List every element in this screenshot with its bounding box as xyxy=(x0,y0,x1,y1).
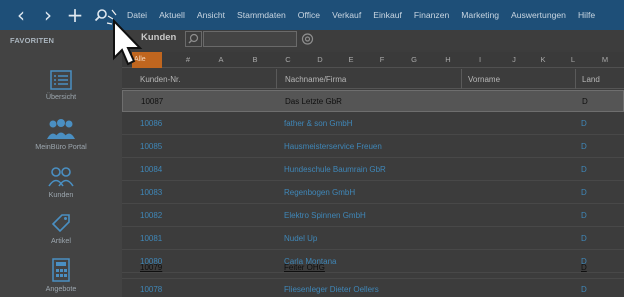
cell-name: Das Letzte GbR xyxy=(285,97,342,106)
cell-name: Hausmeisterservice Freuen xyxy=(284,142,382,151)
cell-name: Regenbogen GmbH xyxy=(284,188,356,197)
letter-filter[interactable]: B xyxy=(249,52,261,68)
menu-hilfe[interactable]: Hilfe xyxy=(578,10,595,20)
search-input[interactable] xyxy=(203,31,297,47)
menu-aktuell[interactable]: Aktuell xyxy=(159,10,185,20)
letter-filter[interactable]: M xyxy=(599,52,611,68)
column-header-kunden-nr[interactable]: Kunden-Nr. xyxy=(140,75,180,84)
table-row[interactable]: 10086 father & son GmbH D xyxy=(122,113,624,135)
cell-land: D xyxy=(581,263,587,272)
sidebar-item-kunden[interactable]: Kunden xyxy=(0,166,122,199)
cell-land: D xyxy=(581,119,587,128)
letter-filter[interactable]: D xyxy=(314,52,326,68)
search-button[interactable] xyxy=(185,31,202,47)
cell-name: Nudel Up xyxy=(284,234,318,243)
table-row[interactable]: 10079 Feiter OHG D xyxy=(122,257,624,279)
main-menu: Datei Aktuell Ansicht Stammdaten Office … xyxy=(127,0,607,30)
letter-filter[interactable]: H xyxy=(442,52,454,68)
cell-kunden-nr: 10085 xyxy=(140,142,163,151)
back-arrow-icon[interactable]: ‹ xyxy=(8,0,34,30)
cell-land: D xyxy=(581,234,587,243)
table-row[interactable]: 10081 Nudel Up D xyxy=(122,228,624,250)
top-bar: ‹ › + Datei Aktuell Ansicht Stammdaten O… xyxy=(0,0,624,30)
mouse-pointer-icon xyxy=(106,9,143,66)
column-divider xyxy=(575,69,576,89)
sidebar: FAVORITEN Übersicht MeinBüro Portal Kund… xyxy=(0,30,122,297)
cell-land: D xyxy=(582,97,588,106)
sidebar-item-label: Kunden xyxy=(48,190,74,199)
cell-kunden-nr: 10079 xyxy=(140,263,163,272)
cell-land: D xyxy=(581,165,587,174)
sidebar-item-artikel[interactable]: Artikel xyxy=(0,212,122,245)
letter-filter[interactable]: G xyxy=(408,52,420,68)
column-header-vorname[interactable]: Vorname xyxy=(468,75,500,84)
menu-auswertungen[interactable]: Auswertungen xyxy=(511,10,566,20)
menu-verkauf[interactable]: Verkauf xyxy=(332,10,361,20)
cell-name: Feiter OHG xyxy=(284,263,325,272)
letter-filter[interactable]: L xyxy=(567,52,579,68)
add-icon[interactable]: + xyxy=(62,0,88,30)
cell-name: Fliesenleger Dieter Oellers xyxy=(284,285,379,294)
menu-stammdaten[interactable]: Stammdaten xyxy=(237,10,286,20)
sidebar-item-label: Artikel xyxy=(51,236,71,245)
gear-icon xyxy=(301,33,314,45)
letter-filter[interactable]: J xyxy=(508,52,520,68)
forward-arrow-icon[interactable]: › xyxy=(35,0,61,30)
cell-name: Hundeschule Baumrain GbR xyxy=(284,165,386,174)
page-title: Kunden xyxy=(141,32,177,43)
table-row[interactable]: 10087 Das Letzte GbR D xyxy=(122,90,624,112)
menu-ansicht[interactable]: Ansicht xyxy=(197,10,225,20)
column-header-name[interactable]: Nachname/Firma xyxy=(285,75,346,84)
menu-finanzen[interactable]: Finanzen xyxy=(414,10,449,20)
letter-filter[interactable]: K xyxy=(537,52,549,68)
table-row[interactable]: 10082 Elektro Spinnen GmbH D xyxy=(122,205,624,227)
cell-kunden-nr: 10083 xyxy=(140,188,163,197)
cell-name: father & son GmbH xyxy=(284,119,353,128)
favorites-heading: FAVORITEN xyxy=(10,36,55,45)
table-row[interactable]: 10078 Fliesenleger Dieter Oellers D xyxy=(122,279,624,297)
cell-name: Elektro Spinnen GmbH xyxy=(284,211,366,220)
customers-icon xyxy=(48,167,74,187)
letter-filter[interactable]: A xyxy=(215,52,227,68)
portal-icon xyxy=(47,119,75,139)
sidebar-item-label: Übersicht xyxy=(45,92,77,101)
cell-kunden-nr: 10081 xyxy=(140,234,163,243)
table-header xyxy=(122,69,624,89)
sidebar-item-portal[interactable]: MeinBüro Portal xyxy=(0,118,122,151)
search-icon xyxy=(188,33,199,44)
letter-filter[interactable]: # xyxy=(182,52,194,68)
cell-land: D xyxy=(581,285,587,294)
overview-icon xyxy=(50,70,72,90)
table-row[interactable]: 10084 Hundeschule Baumrain GbR D xyxy=(122,159,624,181)
table-row[interactable]: 10083 Regenbogen GmbH D xyxy=(122,182,624,204)
article-tag-icon xyxy=(51,214,70,233)
menu-office[interactable]: Office xyxy=(298,10,320,20)
letter-filter[interactable]: C xyxy=(282,52,294,68)
calculator-icon xyxy=(52,258,70,282)
cell-land: D xyxy=(581,188,587,197)
cell-land: D xyxy=(581,142,587,151)
sidebar-item-uebersicht[interactable]: Übersicht xyxy=(0,70,122,101)
sidebar-item-label: Angebote xyxy=(45,284,77,293)
search-settings-button[interactable] xyxy=(299,31,316,47)
letter-filter[interactable]: E xyxy=(345,52,357,68)
cell-land: D xyxy=(581,211,587,220)
sidebar-item-label: MeinBüro Portal xyxy=(35,142,87,151)
menu-marketing[interactable]: Marketing xyxy=(461,10,499,20)
table-row[interactable]: 10085 Hausmeisterservice Freuen D xyxy=(122,136,624,158)
menu-einkauf[interactable]: Einkauf xyxy=(373,10,402,20)
column-divider xyxy=(276,69,277,89)
letter-filter[interactable]: I xyxy=(474,52,486,68)
column-header-land[interactable]: Land xyxy=(582,75,600,84)
cell-kunden-nr: 10087 xyxy=(141,97,164,106)
cell-kunden-nr: 10086 xyxy=(140,119,163,128)
sidebar-item-angebote[interactable]: Angebote xyxy=(0,258,122,293)
letter-filter[interactable]: F xyxy=(376,52,388,68)
cell-kunden-nr: 10078 xyxy=(140,285,163,294)
cell-kunden-nr: 10082 xyxy=(140,211,163,220)
cell-kunden-nr: 10084 xyxy=(140,165,163,174)
column-divider xyxy=(461,69,462,89)
